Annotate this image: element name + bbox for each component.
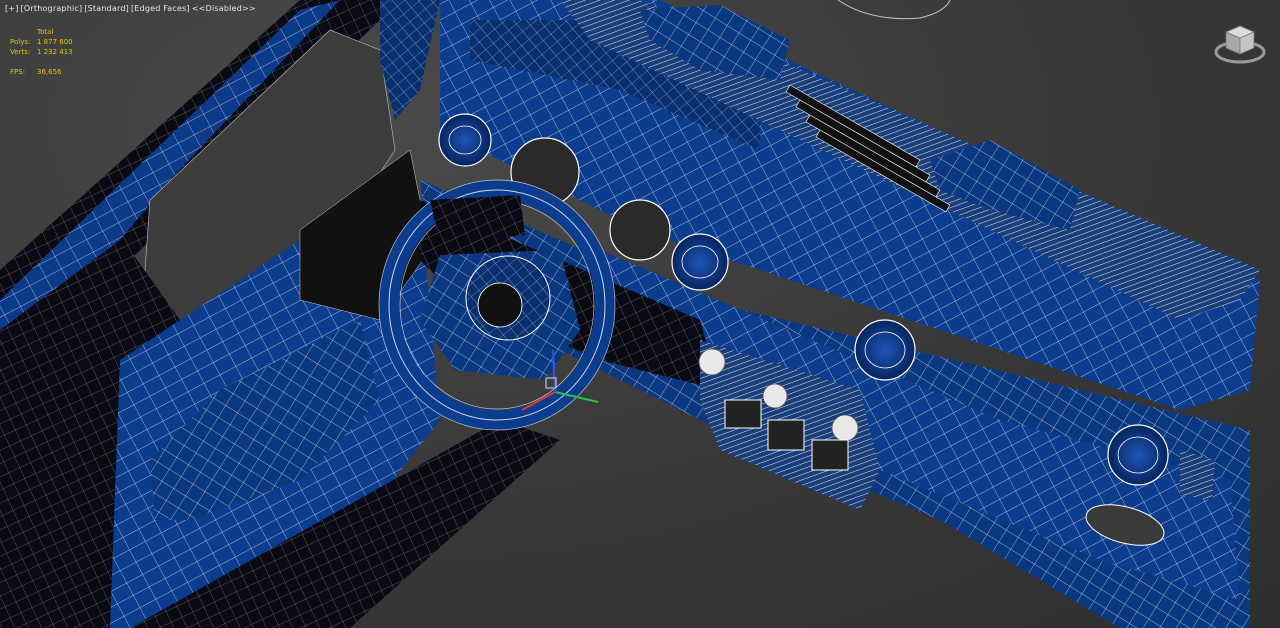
viewport-plus-menu[interactable]: [+] <box>4 4 20 13</box>
interior-wireframe-model[interactable] <box>0 0 1280 628</box>
verts-value: 1 232 413 <box>37 48 73 56</box>
helper-spline <box>837 0 951 20</box>
viewport-mode-menu[interactable]: <<Disabled>> <box>191 4 257 13</box>
viewport-statistics: Total Polys: 1 877 600 Verts: 1 232 413 FP… <box>10 27 73 77</box>
a-pillar <box>380 0 440 120</box>
viewcube-icon[interactable] <box>1212 22 1268 66</box>
verts-label: Verts: <box>10 48 31 56</box>
polys-label: Polys: <box>10 38 31 46</box>
fps-value: 36,656 <box>37 68 62 76</box>
perspective-viewport[interactable]: [+] [Orthographic] [Standard] [Edged Fac… <box>0 0 1280 628</box>
fps-label: FPS: <box>10 68 26 76</box>
stats-header: Total <box>37 28 54 36</box>
viewport-label[interactable]: [+] [Orthographic] [Standard] [Edged Fac… <box>4 4 257 13</box>
polys-value: 1 877 600 <box>37 38 73 46</box>
viewport-shading-menu[interactable]: [Standard] <box>83 4 130 13</box>
viewport-view-menu[interactable]: [Orthographic] <box>20 4 84 13</box>
viewport-edges-menu[interactable]: [Edged Faces] <box>130 4 191 13</box>
